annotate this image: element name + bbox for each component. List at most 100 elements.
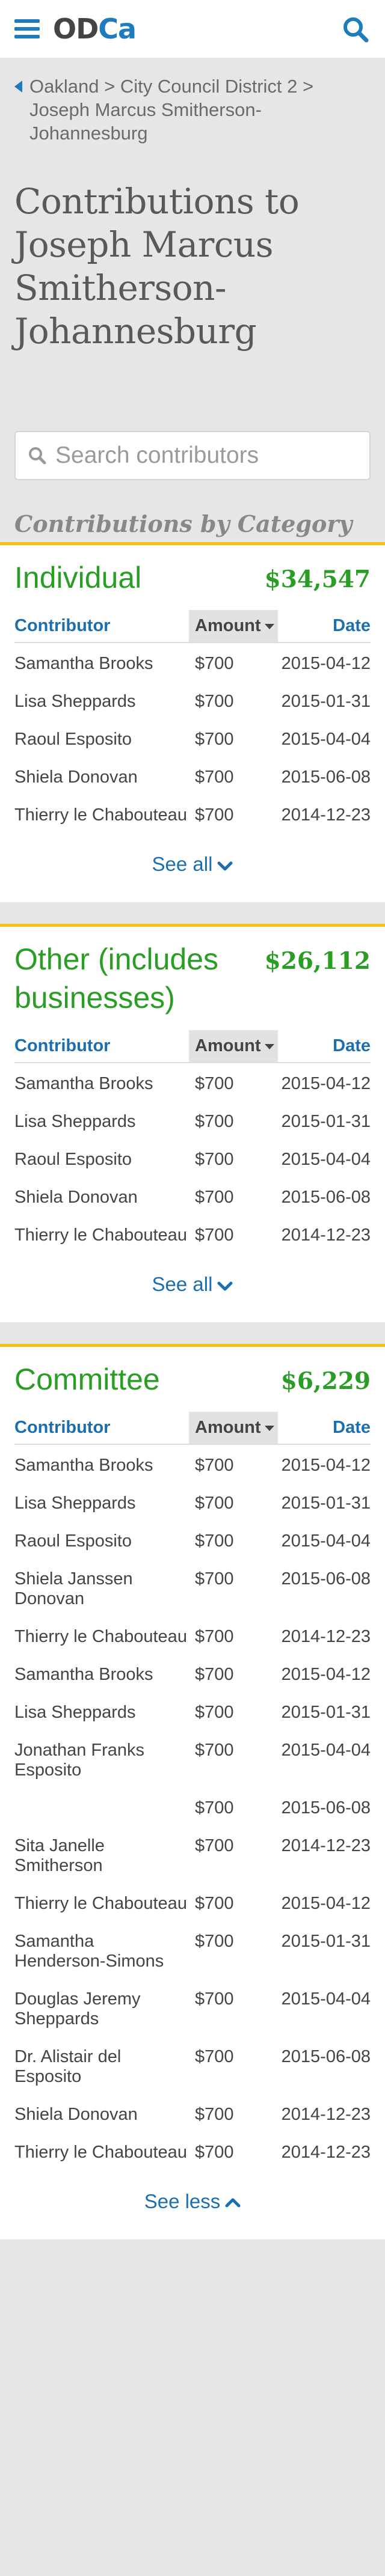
contributor-name[interactable]: Samantha Henderson-Simons: [14, 1921, 189, 1979]
category-cards: Individual $34,547 Contributor Amount Da…: [0, 542, 385, 2239]
breadcrumb-separator: >: [104, 76, 116, 97]
table-row: Shiela Donovan $700 2014-12-23: [14, 2094, 371, 2132]
contributor-name[interactable]: Shiela Donovan: [14, 1177, 189, 1215]
category-total: $6,229: [280, 1367, 371, 1395]
top-bar: ODCa: [0, 0, 385, 58]
contributor-name[interactable]: Jonathan Franks Esposito: [14, 1730, 189, 1787]
contribution-date: 2015-06-08: [281, 1798, 371, 1818]
contributor-name[interactable]: Raoul Esposito: [14, 1139, 189, 1177]
contributions-table: Contributor Amount Date Samantha Brooks …: [14, 1030, 371, 1253]
caret-left-icon[interactable]: [14, 81, 22, 93]
hamburger-menu-icon[interactable]: [14, 19, 40, 38]
table-header-row: Contributor Amount Date: [14, 1412, 371, 1445]
see-less-button[interactable]: See less: [14, 2190, 371, 2213]
table-row: Shiela Donovan $700 2015-06-08: [14, 1177, 371, 1215]
card-header: Individual $34,547: [14, 558, 371, 597]
column-header-contributor[interactable]: Contributor: [14, 610, 189, 643]
contributor-name[interactable]: Shiela Janssen Donovan: [14, 1558, 189, 1616]
contribution-date: 2015-01-31: [281, 1932, 371, 1951]
contributor-name[interactable]: Raoul Esposito: [14, 1521, 189, 1558]
column-header-date[interactable]: Date: [278, 1412, 371, 1445]
contribution-date: 2015-06-08: [281, 1569, 371, 1589]
contribution-amount: $700: [195, 1225, 234, 1245]
contribution-amount: $700: [195, 1665, 234, 1684]
column-header-amount-label: Amount: [195, 616, 261, 635]
column-header-amount[interactable]: Amount: [189, 1030, 278, 1063]
breadcrumb-item-district[interactable]: City Council District 2: [120, 76, 298, 97]
category-total: $26,112: [264, 947, 371, 975]
contributions-table: Contributor Amount Date Samantha Brooks …: [14, 610, 371, 832]
card-header: Other (includes businesses) $26,112: [14, 940, 371, 1017]
table-row: $700 2015-06-08: [14, 1787, 371, 1825]
contributor-name[interactable]: Lisa Sheppards: [14, 1692, 189, 1730]
category-card: Committee $6,229 Contributor Amount Date…: [0, 1344, 385, 2239]
column-header-amount[interactable]: Amount: [189, 610, 278, 643]
contributor-name[interactable]: [14, 1787, 189, 1825]
contributor-name[interactable]: Lisa Sheppards: [14, 681, 189, 719]
category-title: Individual: [14, 561, 142, 594]
contribution-amount: $700: [195, 1456, 234, 1475]
contribution-amount: $700: [195, 730, 234, 749]
chevron-down-icon: [217, 861, 233, 871]
see-all-button[interactable]: See all: [14, 853, 371, 876]
contributor-name[interactable]: Thierry le Chabouteau: [14, 1883, 189, 1921]
contributor-name[interactable]: Samantha Brooks: [14, 642, 189, 681]
toggle-label: See all: [152, 1273, 213, 1295]
contribution-amount: $700: [195, 805, 234, 825]
logo-od: OD: [53, 13, 99, 45]
column-header-contributor[interactable]: Contributor: [14, 1030, 189, 1063]
contributor-name[interactable]: Lisa Sheppards: [14, 1101, 189, 1139]
page-footer-space: [0, 2239, 385, 2576]
contribution-amount: $700: [195, 1150, 234, 1169]
search-icon[interactable]: [342, 16, 369, 43]
contributor-name[interactable]: Dr. Alistair del Esposito: [14, 2036, 189, 2094]
contributor-name[interactable]: Sita Janelle Smitherson: [14, 1825, 189, 1883]
column-header-amount[interactable]: Amount: [189, 1412, 278, 1445]
search-icon: [29, 447, 46, 465]
contributor-name[interactable]: Samantha Brooks: [14, 1063, 189, 1101]
contributor-name[interactable]: Thierry le Chabouteau: [14, 2132, 189, 2170]
contributor-name[interactable]: Shiela Donovan: [14, 2094, 189, 2132]
contributor-name[interactable]: Samantha Brooks: [14, 1654, 189, 1692]
contribution-amount: $700: [195, 1741, 234, 1760]
contribution-amount: $700: [195, 1836, 234, 1855]
see-all-button[interactable]: See all: [14, 1273, 371, 1296]
table-row: Raoul Esposito $700 2015-04-04: [14, 1521, 371, 1558]
contribution-date: 2014-12-23: [281, 1225, 371, 1245]
contributor-search[interactable]: [14, 431, 371, 480]
column-header-date[interactable]: Date: [278, 1030, 371, 1063]
breadcrumb: Oakland > City Council District 2 > Jose…: [14, 75, 371, 145]
contribution-date: 2014-12-23: [281, 2105, 371, 2124]
contributor-name[interactable]: Raoul Esposito: [14, 719, 189, 757]
table-row: Thierry le Chabouteau $700 2014-12-23: [14, 1616, 371, 1654]
search-input[interactable]: [55, 442, 357, 469]
contributor-name[interactable]: Douglas Jeremy Sheppards: [14, 1979, 189, 2036]
contributor-name[interactable]: Thierry le Chabouteau: [14, 1616, 189, 1654]
table-row: Samantha Brooks $700 2015-04-12: [14, 1654, 371, 1692]
contribution-date: 2015-04-12: [281, 654, 371, 673]
column-header-date[interactable]: Date: [278, 610, 371, 643]
contribution-amount: $700: [195, 768, 234, 787]
breadcrumb-separator: >: [303, 76, 314, 97]
contributor-name[interactable]: Lisa Sheppards: [14, 1483, 189, 1521]
contributor-name[interactable]: Thierry le Chabouteau: [14, 1215, 189, 1253]
table-row: Douglas Jeremy Sheppards $700 2015-04-04: [14, 1979, 371, 2036]
breadcrumb-item-oakland[interactable]: Oakland: [29, 76, 99, 97]
column-header-contributor[interactable]: Contributor: [14, 1412, 189, 1445]
contribution-amount: $700: [195, 1494, 234, 1513]
contributor-name[interactable]: Shiela Donovan: [14, 757, 189, 795]
site-logo[interactable]: ODCa: [53, 13, 137, 45]
category-title: Committee: [14, 1363, 160, 1396]
contribution-amount: $700: [195, 654, 234, 673]
contribution-date: 2015-06-08: [281, 2047, 371, 2066]
table-row: Samantha Henderson-Simons $700 2015-01-3…: [14, 1921, 371, 1979]
toggle-label: See less: [144, 2190, 221, 2212]
table-row: Dr. Alistair del Esposito $700 2015-06-0…: [14, 2036, 371, 2094]
contribution-amount: $700: [195, 1531, 234, 1551]
category-card: Individual $34,547 Contributor Amount Da…: [0, 542, 385, 902]
contribution-date: 2015-04-12: [281, 1894, 371, 1913]
sort-down-icon: [264, 1043, 274, 1049]
contribution-amount: $700: [195, 2105, 234, 2124]
contributor-name[interactable]: Thierry le Chabouteau: [14, 795, 189, 832]
contributor-name[interactable]: Samantha Brooks: [14, 1444, 189, 1483]
